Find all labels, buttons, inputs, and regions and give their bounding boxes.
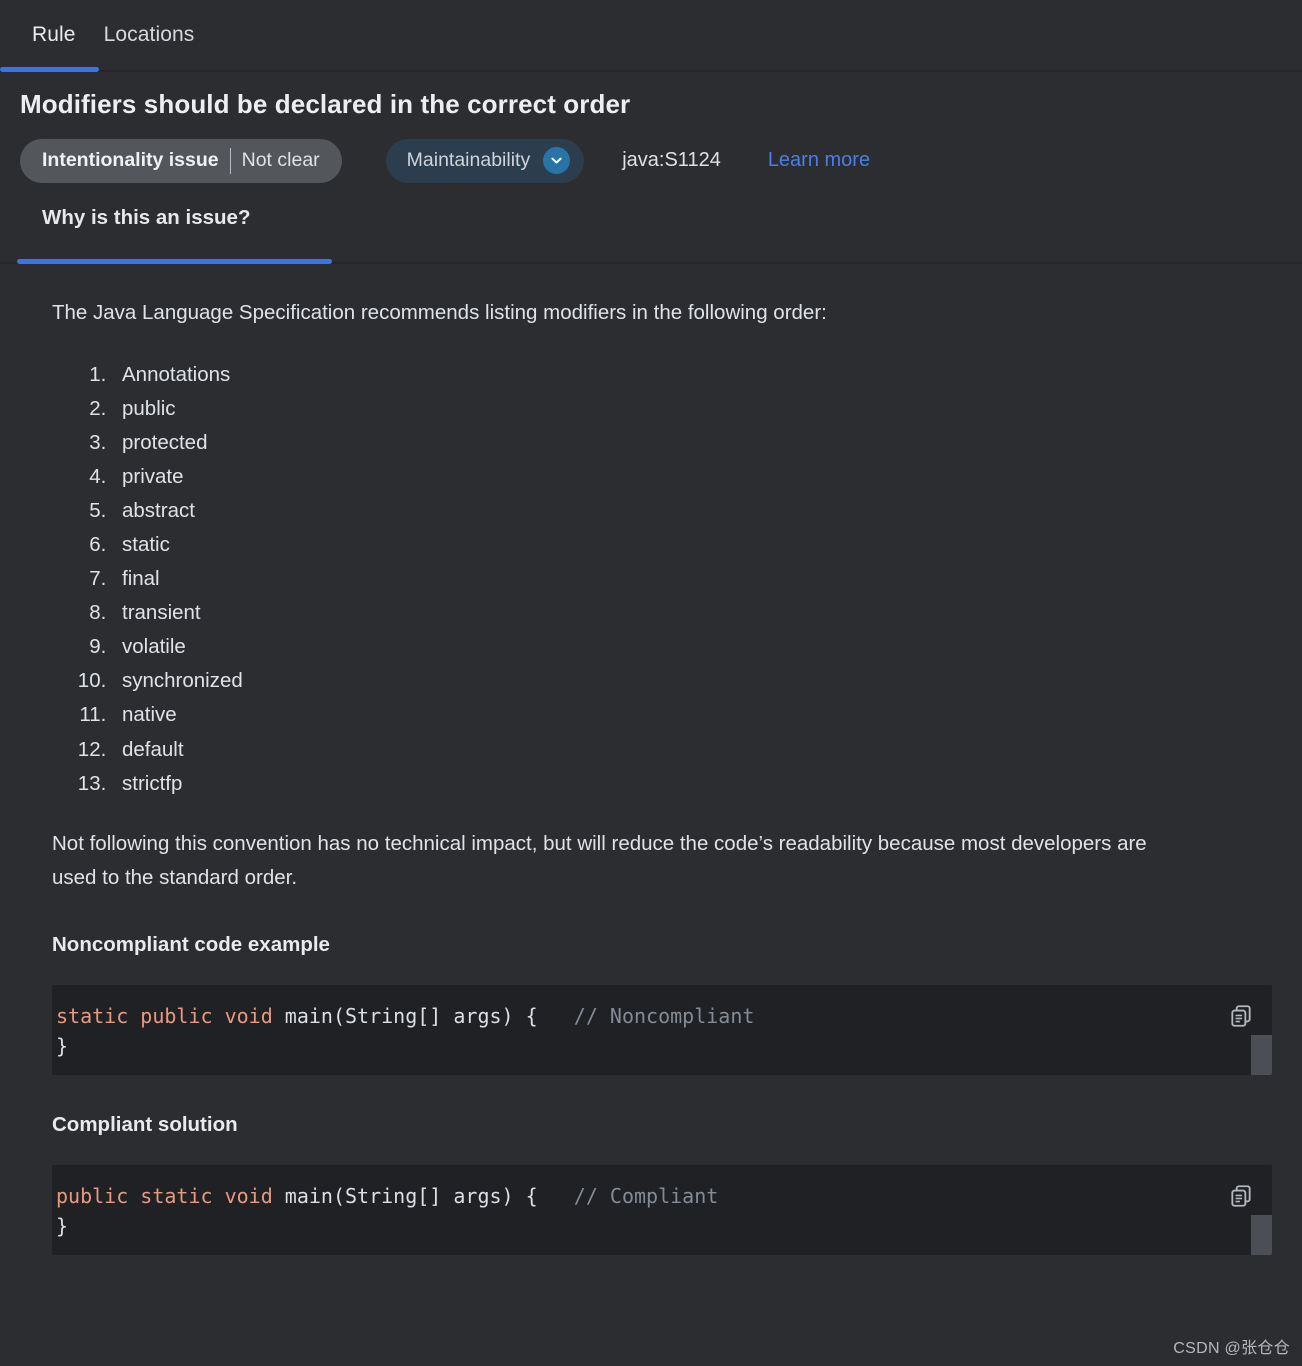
impact-badge-separator: [229, 147, 231, 174]
code-comment: // Noncompliant: [573, 1004, 755, 1029]
list-item: transient: [112, 596, 1272, 630]
code-closing-brace: }: [56, 1214, 69, 1239]
rule-detail-panel: Rule Locations Modifiers should be decla…: [0, 0, 1302, 1366]
list-item: synchronized: [112, 664, 1272, 698]
list-item: default: [112, 733, 1272, 767]
rule-header: Modifiers should be declared in the corr…: [0, 72, 1302, 183]
compliant-code-text: public static void main(String[] args) {…: [52, 1181, 1272, 1241]
tab-locations[interactable]: Locations: [90, 18, 209, 51]
list-item: volatile: [112, 630, 1272, 664]
code-horizontal-scrollbar[interactable]: [1251, 1035, 1272, 1076]
list-item: abstract: [112, 494, 1272, 528]
tab-rule[interactable]: Rule: [18, 18, 90, 51]
software-quality-label: Maintainability: [406, 149, 531, 172]
rule-subtab-bar: Why is this an issue?: [0, 206, 1302, 264]
noncompliant-code-text: static public void main(String[] args) {…: [52, 1001, 1272, 1061]
copy-icon[interactable]: [1228, 1183, 1254, 1209]
code-gap: [538, 1004, 574, 1028]
intro-paragraph: The Java Language Specification recommen…: [52, 300, 827, 324]
code-comment: // Compliant: [573, 1184, 719, 1209]
list-item: protected: [112, 426, 1272, 460]
impact-badge[interactable]: Intentionality issue Not clear: [20, 138, 342, 183]
list-item: public: [112, 392, 1272, 426]
watermark: CSDN @张仓仓: [1173, 1340, 1290, 1357]
noncompliant-heading: Noncompliant code example: [52, 933, 330, 957]
compliant-code-block: public static void main(String[] args) {…: [52, 1165, 1272, 1256]
rule-key: java:S1124: [622, 149, 721, 172]
rule-description-body: The Java Language Specification recommen…: [0, 264, 1302, 1256]
impact-badge-secondary: Not clear: [241, 149, 320, 172]
software-quality-dropdown[interactable]: Maintainability: [385, 138, 585, 183]
learn-more-link[interactable]: Learn more: [768, 149, 870, 172]
active-tab-indicator: [0, 67, 99, 72]
code-signature: main(String[] args) {: [272, 1184, 538, 1209]
code-signature: main(String[] args) {: [272, 1004, 538, 1029]
code-closing-brace: }: [56, 1034, 69, 1059]
list-item: strictfp: [112, 767, 1272, 801]
noncompliant-code-block: static public void main(String[] args) {…: [52, 985, 1272, 1076]
code-keywords: public static void: [56, 1184, 273, 1209]
page-title: Modifiers should be declared in the corr…: [20, 89, 631, 119]
list-item: native: [112, 698, 1272, 732]
modifier-order-list: Annotations public protected private abs…: [52, 358, 1272, 800]
impact-badge-primary: Intentionality issue: [42, 149, 219, 172]
copy-icon[interactable]: [1228, 1003, 1254, 1029]
closing-paragraph: Not following this convention has no tec…: [52, 831, 1147, 889]
code-horizontal-scrollbar[interactable]: [1251, 1215, 1272, 1256]
rule-metadata-row: Intentionality issue Not clear Maintaina…: [20, 138, 1282, 183]
active-subtab-indicator: [17, 258, 332, 264]
code-gap: [538, 1184, 574, 1208]
list-item: final: [112, 562, 1272, 596]
main-tab-bar: Rule Locations: [0, 0, 1302, 72]
list-item: Annotations: [112, 358, 1272, 392]
list-item: static: [112, 528, 1272, 562]
tab-why-is-this-an-issue[interactable]: Why is this an issue?: [42, 206, 250, 230]
list-item: private: [112, 460, 1272, 494]
code-keywords: static public void: [56, 1004, 273, 1029]
chevron-down-icon[interactable]: [543, 147, 571, 175]
compliant-heading: Compliant solution: [52, 1113, 238, 1137]
